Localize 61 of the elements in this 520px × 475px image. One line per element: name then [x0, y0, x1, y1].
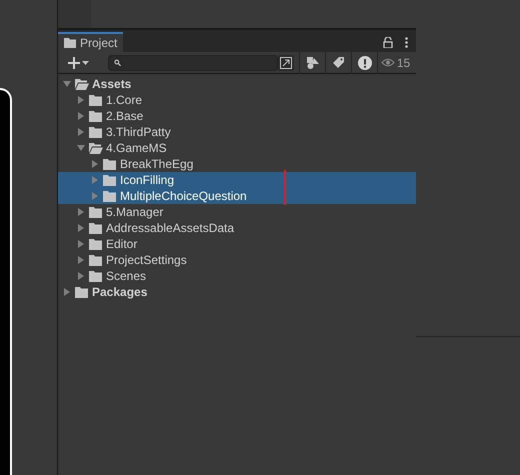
folder-name: ProjectSettings: [106, 252, 187, 269]
expand-icon: [280, 56, 292, 68]
folder-name: Packages: [92, 284, 148, 301]
folder-icon: [89, 238, 102, 250]
tree-row[interactable]: 4.GameMS: [58, 140, 416, 156]
folder-icon: [89, 222, 102, 234]
open-folder-icon: [89, 142, 103, 154]
exclamation-icon: [358, 56, 372, 70]
folder-icon: [89, 270, 102, 282]
caret-icon: [82, 60, 88, 64]
hidden-count: 15: [396, 54, 410, 72]
selected-tree-row[interactable]: MultipleChoiceQuestion: [58, 188, 416, 204]
tree-row[interactable]: 3.ThirdPatty: [58, 124, 416, 140]
folder-icon: [75, 286, 88, 298]
folder-icon: [103, 174, 116, 186]
folder-name: AddressableAssetsData: [106, 220, 234, 237]
folder-name: Assets: [92, 76, 132, 93]
search-window-button[interactable]: [278, 54, 294, 70]
tree-row[interactable]: ProjectSettings: [58, 252, 416, 268]
tree-row[interactable]: Assets: [58, 76, 416, 92]
folder-name: 4.GameMS: [106, 140, 167, 157]
expanded-arrow-icon[interactable]: [77, 144, 85, 152]
annotation-stroke: [284, 170, 286, 205]
tree-row[interactable]: AddressableAssetsData: [58, 220, 416, 236]
selected-tree-row[interactable]: IconFilling: [58, 172, 416, 188]
folder-name: BreakTheEgg: [120, 156, 194, 173]
shapes-icon: [306, 56, 318, 68]
search-field[interactable]: [108, 54, 278, 70]
folder-name: IconFilling: [120, 172, 174, 189]
folder-name: Scenes: [106, 268, 146, 285]
tree-row[interactable]: 5.Manager: [58, 204, 416, 220]
folder-icon: [89, 206, 102, 218]
panel-background: [58, 0, 91, 28]
folder-icon: [89, 126, 102, 138]
folder-icon: [103, 158, 116, 170]
folder-name: 3.ThirdPatty: [106, 124, 171, 141]
folder-name: Editor: [106, 236, 138, 253]
tree-row[interactable]: BreakTheEgg: [58, 156, 416, 172]
tree-row[interactable]: Editor: [58, 236, 416, 252]
project-tab[interactable]: Project: [58, 32, 124, 52]
eye-icon[interactable]: [380, 58, 395, 67]
tree-row[interactable]: Packages: [58, 284, 416, 300]
open-folder-icon: [75, 78, 89, 90]
folder-icon: [103, 190, 116, 202]
folder-icon: [64, 38, 76, 48]
tree-row[interactable]: 2.Base: [58, 108, 416, 124]
folder-icon: [89, 110, 102, 122]
folder-name: 5.Manager: [106, 204, 164, 221]
expanded-arrow-icon[interactable]: [63, 80, 71, 88]
plus-icon: [68, 56, 80, 68]
folder-icon: [89, 254, 102, 266]
lock-icon[interactable]: [383, 36, 393, 48]
folder-name: 1.Core: [106, 92, 142, 109]
folder-name: MultipleChoiceQuestion: [120, 188, 247, 205]
more-icon[interactable]: [405, 36, 408, 48]
folder-icon: [89, 94, 102, 106]
tree-row[interactable]: Scenes: [58, 268, 416, 284]
folder-name: 2.Base: [106, 108, 144, 125]
tree-row[interactable]: 1.Core: [58, 92, 416, 108]
search-icon: [114, 59, 121, 66]
tag-icon: [333, 57, 344, 68]
